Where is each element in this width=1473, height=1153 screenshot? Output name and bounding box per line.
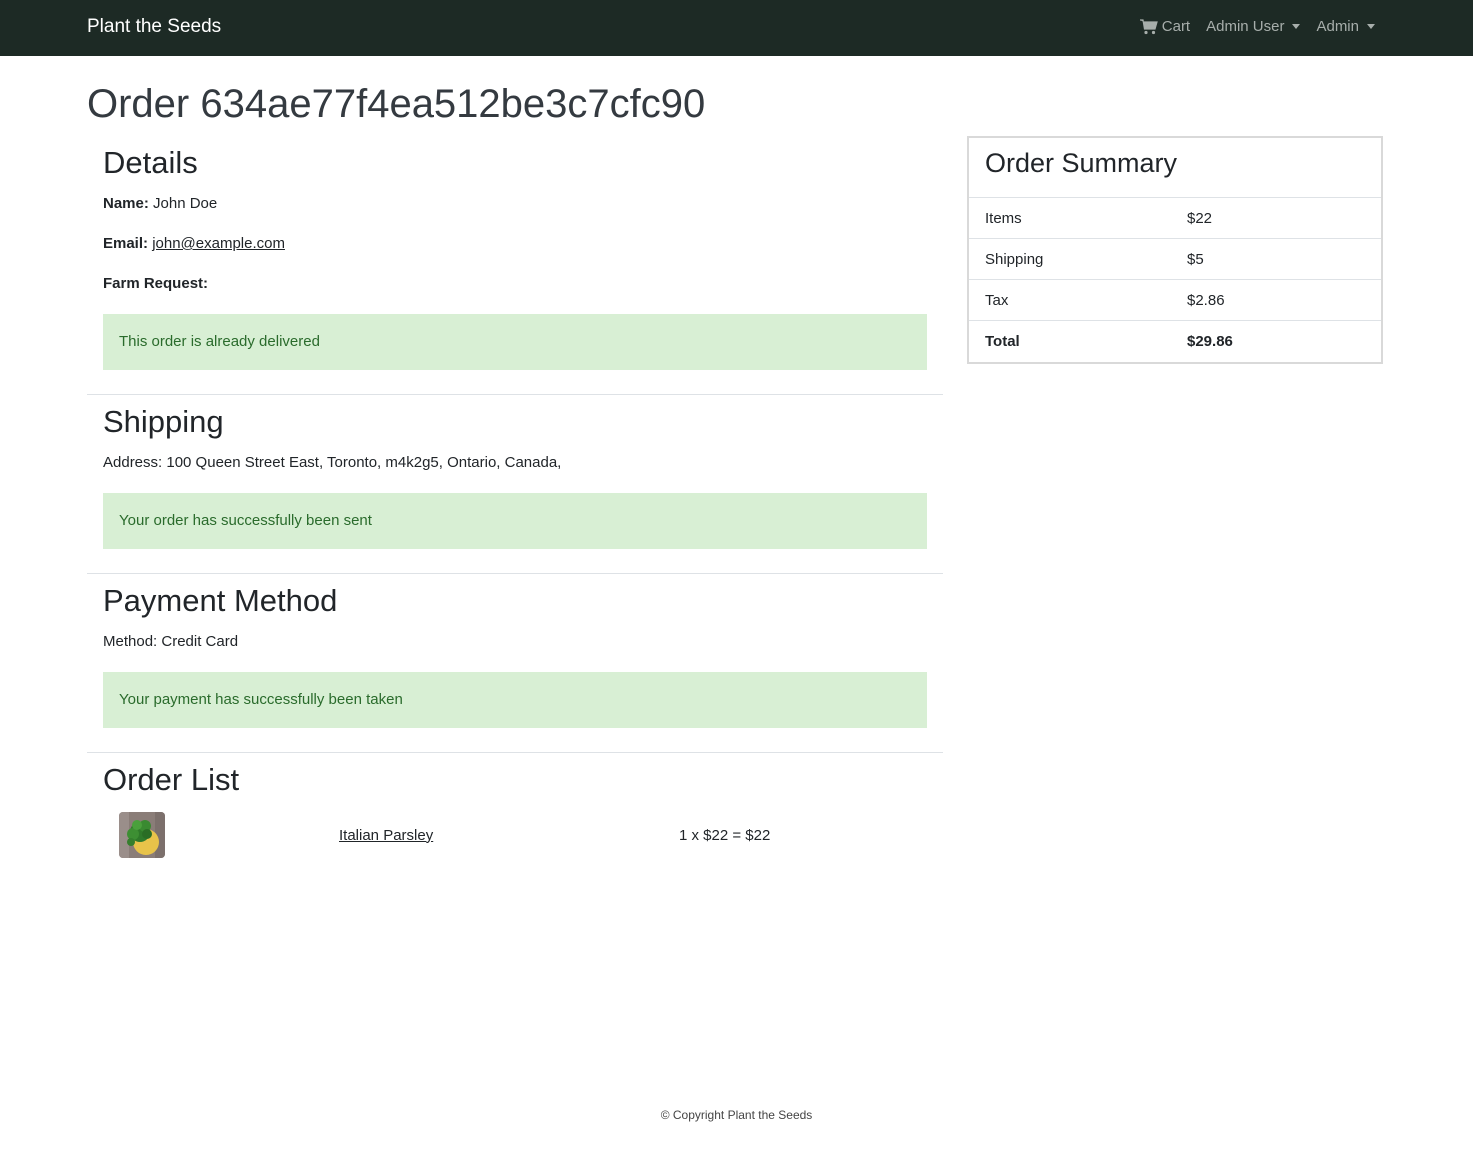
summary-label: Tax — [985, 291, 1009, 309]
summary-value: $2.86 — [1187, 291, 1225, 309]
order-details-column: Details Name: John Doe Email: john@examp… — [87, 136, 943, 883]
payment-method: Method: Credit Card — [103, 633, 239, 650]
shipping-heading: Shipping — [103, 404, 224, 439]
shipping-alert: Your order has successfully been sent — [103, 493, 927, 549]
email-label: Email: — [103, 235, 149, 252]
shipping-address: Address: 100 Queen Street East, Toronto,… — [103, 454, 562, 471]
footer-copyright: © Copyright Plant the Seeds — [660, 1108, 813, 1122]
nav-right-menu: Cart Admin User Admin — [1139, 18, 1375, 35]
name-field: Name: John Doe — [103, 194, 927, 214]
chevron-down-icon — [1292, 24, 1301, 29]
brand-link[interactable]: Plant the Seeds — [87, 16, 221, 38]
order-list-heading: Order List — [103, 762, 240, 797]
summary-value: $29.86 — [1187, 333, 1233, 350]
product-link[interactable]: Italian Parsley — [339, 827, 433, 844]
top-navbar: Plant the Seeds Cart Admin User Admin — [0, 0, 1473, 56]
chevron-down-icon — [1367, 24, 1375, 29]
email-link[interactable]: john@example.com — [152, 235, 285, 252]
admin-user-dropdown[interactable]: Admin User — [1206, 18, 1301, 35]
name-label: Name: — [103, 195, 149, 212]
details-heading: Details — [103, 145, 198, 180]
summary-row-tax: Tax $2.86 — [969, 280, 1381, 321]
cart-label: Cart — [1161, 18, 1191, 35]
summary-row-total: Total $29.86 — [969, 321, 1381, 362]
list-item: Italian Parsley 1 x $22 = $22 — [103, 811, 927, 859]
summary-row-shipping: Shipping $5 — [969, 239, 1381, 280]
cart-icon — [1139, 18, 1158, 34]
name-value: John Doe — [153, 195, 218, 212]
summary-row-items: Items $22 — [969, 198, 1381, 239]
payment-section: Payment Method Method: Credit Card Your … — [87, 574, 943, 753]
summary-value: $22 — [1187, 209, 1213, 227]
email-field: Email: john@example.com — [103, 234, 927, 254]
farm-request-field: Farm Request: — [103, 274, 927, 294]
admin-dropdown[interactable]: Admin — [1316, 18, 1375, 35]
order-list-section: Order List Italian Parsley 1 x $22 = $22 — [87, 753, 943, 883]
cart-link[interactable]: Cart — [1139, 18, 1191, 35]
summary-value: $5 — [1187, 250, 1204, 268]
order-summary-card: Order Summary Items $22 Shipping $5 Tax … — [967, 136, 1383, 364]
summary-label: Items — [985, 209, 1022, 227]
parsley-image — [119, 812, 165, 858]
payment-alert: Your payment has successfully been taken — [103, 672, 927, 728]
delivered-alert: This order is already delivered — [103, 314, 927, 370]
payment-heading: Payment Method — [103, 583, 338, 618]
farm-request-label: Farm Request: — [103, 275, 209, 292]
admin-user-label: Admin User — [1206, 18, 1285, 35]
summary-label: Total — [985, 333, 1020, 350]
details-section: Details Name: John Doe Email: john@examp… — [87, 136, 943, 395]
summary-label: Shipping — [985, 250, 1044, 268]
shipping-section: Shipping Address: 100 Queen Street East,… — [87, 395, 943, 574]
product-thumbnail — [119, 812, 165, 858]
admin-label: Admin — [1316, 18, 1359, 35]
page-title: Order 634ae77f4ea512be3c7cfc90 — [87, 82, 706, 126]
order-summary-heading: Order Summary — [969, 138, 1381, 198]
product-price-line: 1 x $22 = $22 — [679, 826, 771, 844]
